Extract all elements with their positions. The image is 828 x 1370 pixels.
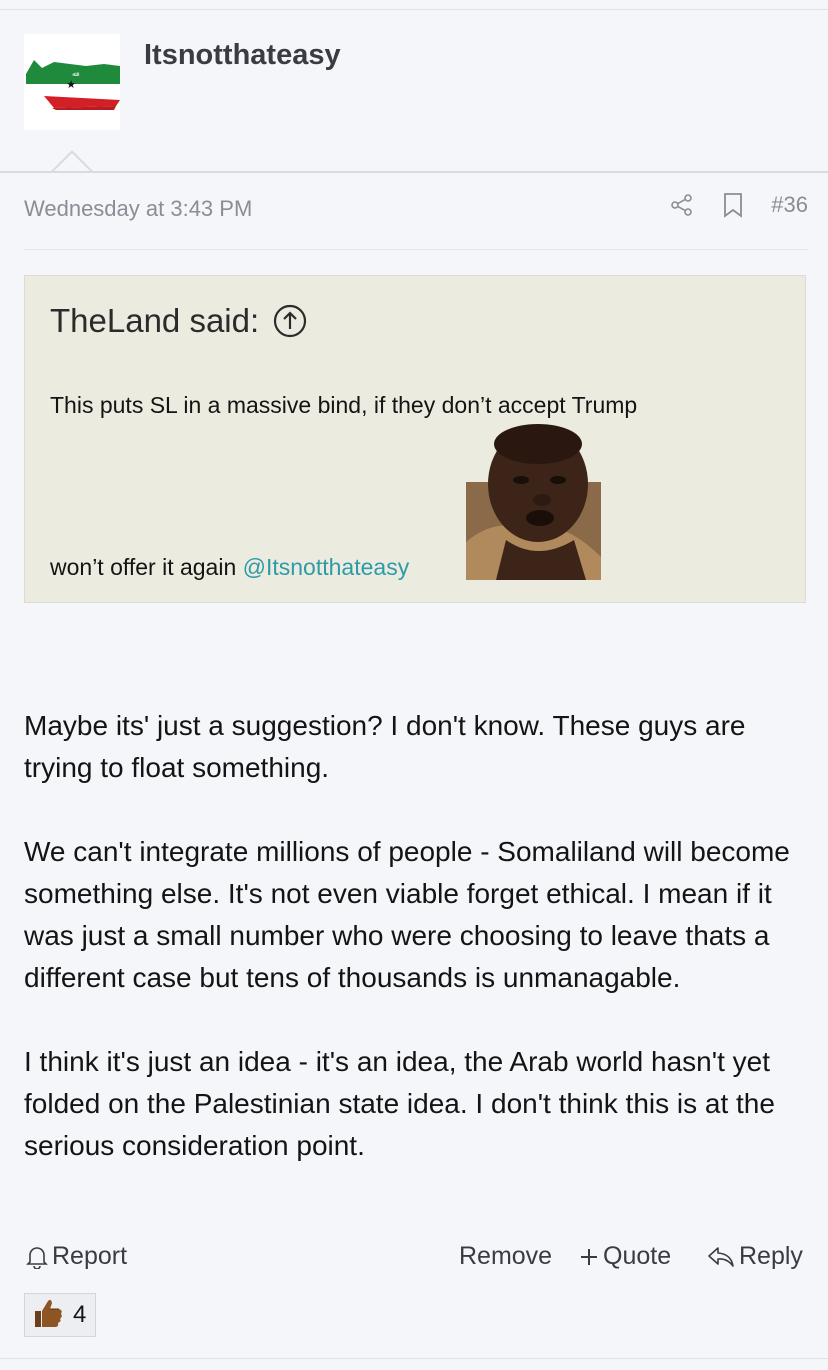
reply-label: Reply (739, 1242, 803, 1270)
post-paragraph: We can't integrate millions of people - … (24, 836, 790, 993)
reply-arrow-icon (708, 1246, 734, 1267)
username-link[interactable]: Itsnotthateasy (144, 39, 341, 72)
reply-button[interactable]: Reply (707, 1242, 803, 1271)
bookmark-icon[interactable] (721, 192, 745, 218)
meta-divider (24, 249, 808, 250)
arrow-up-circle-icon[interactable] (273, 304, 307, 338)
svg-text:★: ★ (66, 78, 76, 91)
post-actions-bar: Report Remove Quote Reply (24, 1240, 808, 1280)
bottom-divider (0, 1358, 828, 1359)
quote-block: TheLand said: This puts SL in a massive … (24, 275, 806, 603)
bell-icon (26, 1246, 48, 1269)
post-timestamp[interactable]: Wednesday at 3:43 PM (24, 196, 252, 222)
report-button[interactable]: Report (26, 1242, 127, 1271)
quote-attribution[interactable]: TheLand said: (50, 302, 307, 340)
message-user-header: ★ ﷲ Itsnotthateasy (0, 10, 828, 171)
user-mention-link[interactable]: @Itsnotthateasy (243, 554, 410, 580)
report-label: Report (52, 1242, 128, 1270)
quote-attribution-text: TheLand said: (50, 302, 260, 339)
post-body: Maybe its' just a suggestion? I don't kn… (24, 705, 814, 1209)
post-number-link[interactable]: #36 (771, 192, 808, 218)
quote-button[interactable]: Quote (579, 1242, 671, 1271)
quote-text-line: This puts SL in a massive bind, if they … (50, 392, 638, 418)
remove-label: Remove (459, 1242, 553, 1270)
reaction-count: 4 (73, 1301, 87, 1328)
quote-label: Quote (603, 1242, 672, 1270)
quote-text-fragment: won’t offer it again (50, 554, 243, 580)
post-meta-actions: #36 (669, 192, 808, 218)
user-avatar[interactable]: ★ ﷲ (24, 34, 120, 130)
header-divider (0, 171, 828, 173)
reaction-image (466, 422, 601, 580)
remove-button[interactable]: Remove (459, 1242, 552, 1271)
thumbs-up-emoji-icon (31, 1296, 65, 1335)
post-paragraph: Maybe its' just a suggestion? I don't kn… (24, 710, 746, 783)
share-icon[interactable] (669, 192, 695, 218)
reactions-summary[interactable]: 4 (24, 1293, 96, 1337)
somaliland-flag-map-avatar-image: ★ ﷲ (26, 60, 120, 110)
quote-text-line: won’t offer it again @Itsnotthateasy (50, 554, 409, 581)
post-paragraph: I think it's just an idea - it's an idea… (24, 1046, 775, 1161)
plus-icon (581, 1248, 597, 1265)
